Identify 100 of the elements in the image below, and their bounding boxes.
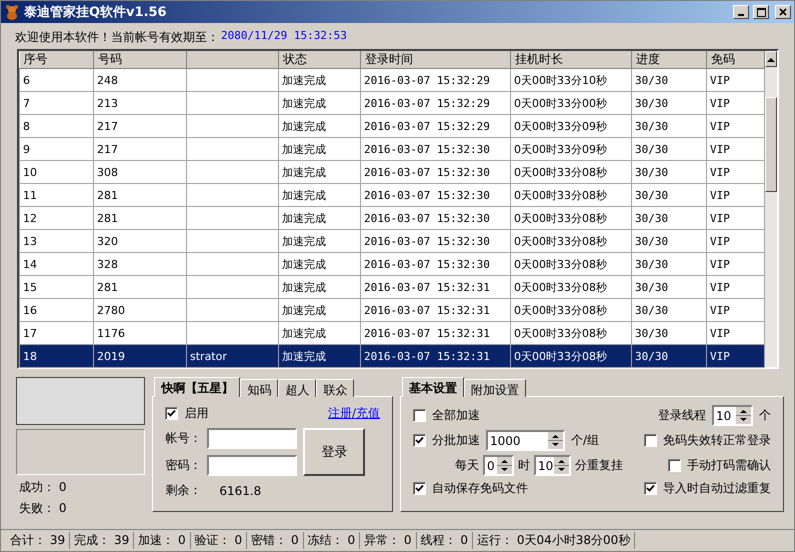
table-cell: 30/30 <box>632 160 706 184</box>
table-cell: 30/30 <box>632 114 706 138</box>
table-cell: 2016-03-07 15:32:30 <box>360 138 510 160</box>
table-cell: 0天00时33分08秒 <box>510 206 632 230</box>
table-cell: 30/30 <box>632 92 706 114</box>
checkbox[interactable] <box>413 434 426 447</box>
spin-arrows-icon[interactable] <box>554 457 570 474</box>
table-cell: 8 <box>20 114 94 138</box>
table-cell: 加速完成 <box>278 184 360 206</box>
login-button[interactable]: 登录 <box>303 428 366 476</box>
threads-label: 登录线程 <box>658 407 706 424</box>
column-header[interactable]: 状态 <box>278 51 360 68</box>
column-header[interactable]: 挂机时长 <box>510 51 632 68</box>
batch-unit: 个/组 <box>571 432 600 449</box>
table-cell: 14 <box>20 252 94 276</box>
table-cell: 加速完成 <box>278 298 360 322</box>
spin-arrows-icon[interactable] <box>548 432 564 449</box>
table-cell: 18 <box>20 344 94 368</box>
expiry-date: 2080/11/29 15:32:53 <box>221 29 347 44</box>
checkbox-label: 手动打码需确认 <box>687 457 771 474</box>
table-cell: 9 <box>20 138 94 160</box>
table-cell: 320 <box>94 230 186 252</box>
column-header[interactable]: 序号 <box>20 51 94 68</box>
column-header[interactable]: 进度 <box>632 51 706 68</box>
register-link[interactable]: 注册/充值 <box>328 405 380 422</box>
table-cell: 加速完成 <box>278 276 360 298</box>
checkbox-label: 全部加速 <box>432 407 480 424</box>
table-cell: 0天00时33分09秒 <box>510 114 632 138</box>
field-label: 帐号： <box>165 430 202 447</box>
result-count: 成功： 0 <box>18 479 68 496</box>
column-header[interactable]: 免码 <box>706 51 764 68</box>
up-arrow-icon <box>767 56 775 62</box>
table-cell: 10 <box>20 160 94 184</box>
table-cell: 30/30 <box>632 184 706 206</box>
spin-arrows-icon[interactable] <box>497 457 512 474</box>
minimize-button[interactable] <box>733 5 749 19</box>
minutes-spinner[interactable]: 10 <box>534 455 572 476</box>
table-cell: 30/30 <box>632 68 706 92</box>
table-cell: 加速完成 <box>278 252 360 276</box>
table-cell: 13 <box>20 230 94 252</box>
table-cell: 12 <box>20 206 94 230</box>
close-button[interactable] <box>775 5 791 19</box>
threads-spinner[interactable]: 10 <box>712 405 753 426</box>
checkbox[interactable] <box>644 434 657 447</box>
maximize-button[interactable] <box>753 5 769 19</box>
batch-spinner[interactable]: 1000 <box>486 430 566 451</box>
scroll-up-button[interactable] <box>765 51 777 67</box>
tab[interactable]: 超人 <box>278 379 316 397</box>
table-cell: VIP <box>706 298 764 322</box>
table-cell: 217 <box>94 114 186 138</box>
table-cell: VIP <box>706 114 764 138</box>
tab[interactable]: 联众 <box>316 379 354 397</box>
table-cell: 0天00时33分09秒 <box>510 138 632 160</box>
status-item: 验证： 0 <box>190 532 248 549</box>
status-item: 密错： 0 <box>247 532 304 549</box>
status-item: 运行： 0天04小时38分00秒 <box>473 532 636 549</box>
input-field[interactable] <box>207 428 298 449</box>
status-item: 冻结： 0 <box>304 532 360 549</box>
tab[interactable]: 附加设置 <box>464 379 526 397</box>
table-cell: 30/30 <box>632 322 706 344</box>
scrollbar[interactable] <box>765 51 777 367</box>
table-cell: 0天00时33分08秒 <box>510 252 632 276</box>
table-cell: 加速完成 <box>278 160 360 184</box>
checkbox-label: 分批加速 <box>432 432 480 449</box>
table-cell: 2016-03-07 15:32:30 <box>360 252 510 276</box>
table-cell: 30/30 <box>632 276 706 298</box>
table-cell: VIP <box>706 252 764 276</box>
status-item: 加速： 0 <box>134 532 191 549</box>
table-cell: 281 <box>94 276 186 298</box>
status-item: 完成： 39 <box>70 532 134 549</box>
tab[interactable]: 基本设置 <box>402 377 464 397</box>
close-icon <box>779 8 787 16</box>
table-cell: 2016-03-07 15:32:29 <box>360 68 510 92</box>
column-header[interactable] <box>186 51 278 68</box>
checkbox-label: 启用 <box>184 405 208 422</box>
table-cell: 6 <box>20 68 94 92</box>
column-header[interactable]: 登录时间 <box>360 51 510 68</box>
column-header[interactable]: 号码 <box>94 51 186 68</box>
spin-arrows-icon[interactable] <box>736 407 751 424</box>
table-cell: VIP <box>706 138 764 160</box>
repeat-label: 分重复挂 <box>575 457 624 474</box>
tab[interactable]: 快啊【五星】 <box>154 377 240 397</box>
checkbox[interactable] <box>413 482 426 495</box>
input-field[interactable] <box>207 455 298 476</box>
table-cell: 30/30 <box>632 252 706 276</box>
table-cell: 17 <box>20 322 94 344</box>
table-cell: 1176 <box>94 322 186 344</box>
welcome-text: 欢迎使用本软件！当前帐号有效期至： <box>15 29 219 46</box>
checkbox[interactable] <box>644 482 657 495</box>
table-cell: VIP <box>706 206 764 230</box>
hours-spinner[interactable]: 0 <box>483 455 514 476</box>
table-cell: 248 <box>94 68 186 92</box>
table-cell: 7 <box>20 92 94 114</box>
table-cell: 328 <box>94 252 186 276</box>
tab[interactable]: 知码 <box>240 379 278 397</box>
balance-label: 剩余： <box>165 482 202 499</box>
checkbox[interactable] <box>165 407 178 420</box>
table-cell: 0天00时33分08秒 <box>510 298 632 322</box>
checkbox[interactable] <box>668 459 681 472</box>
checkbox[interactable] <box>413 409 426 422</box>
